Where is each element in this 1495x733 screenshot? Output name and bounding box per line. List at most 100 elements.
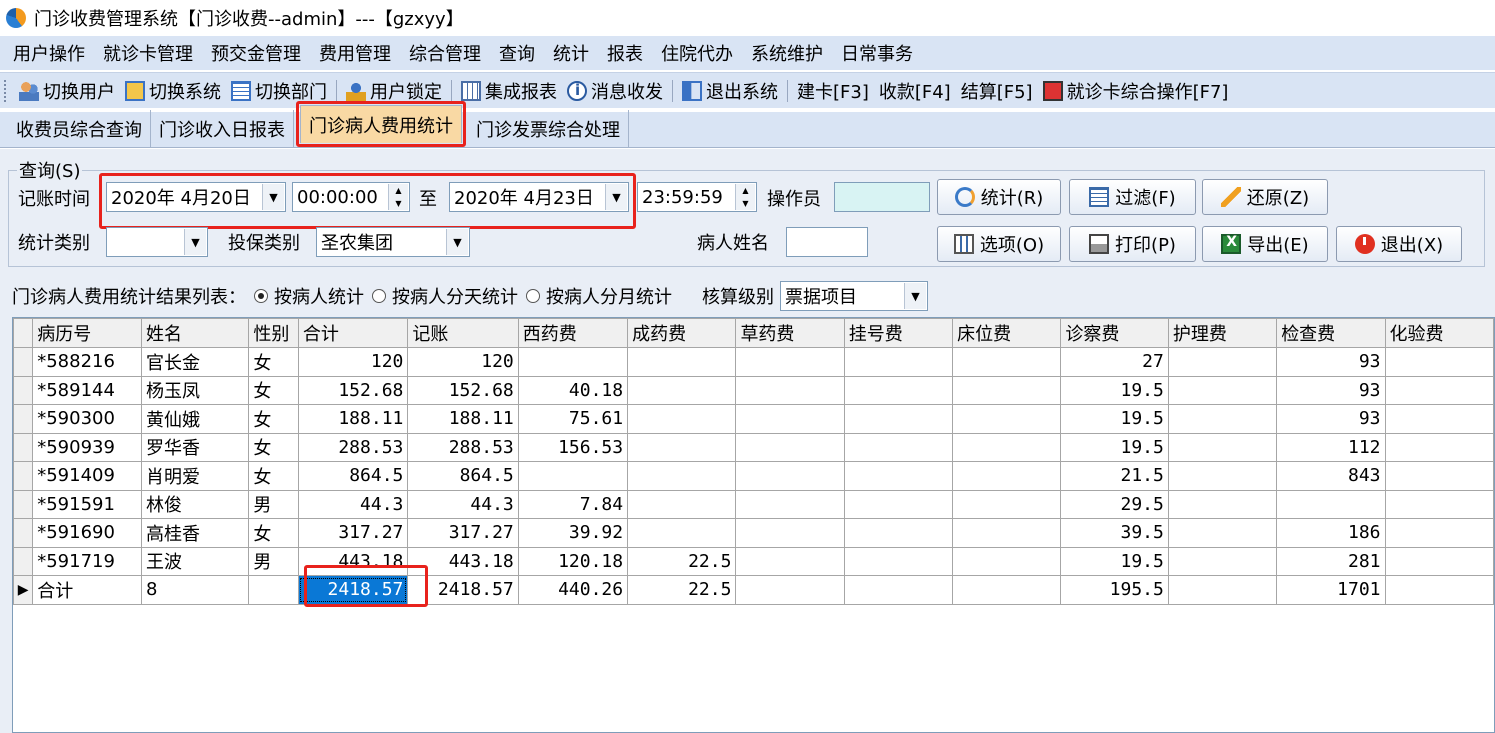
- table-cell[interactable]: 843: [1276, 461, 1386, 491]
- table-cell[interactable]: [952, 518, 1062, 548]
- table-cell[interactable]: [843, 347, 954, 377]
- table-cell[interactable]: [627, 518, 737, 548]
- radio-by-day-label[interactable]: 按病人分天统计: [392, 283, 518, 309]
- table-cell[interactable]: [952, 432, 1062, 462]
- col-header[interactable]: 检查费: [1276, 318, 1386, 348]
- table-cell[interactable]: 281: [1276, 546, 1386, 576]
- table-cell[interactable]: 27: [1060, 347, 1169, 377]
- row-indicator[interactable]: [13, 518, 34, 548]
- table-cell[interactable]: [843, 461, 954, 491]
- table-cell[interactable]: [952, 489, 1062, 519]
- table-cell[interactable]: [1384, 347, 1494, 377]
- chevron-down-icon[interactable]: ▼: [446, 229, 468, 255]
- table-cell[interactable]: 女: [248, 518, 299, 548]
- row-indicator[interactable]: ▶: [13, 575, 34, 605]
- table-cell[interactable]: 罗华香: [140, 432, 250, 462]
- table-cell[interactable]: 19.5: [1060, 432, 1169, 462]
- table-cell[interactable]: 1701: [1276, 575, 1386, 605]
- table-cell[interactable]: [843, 575, 954, 605]
- options-button[interactable]: 选项(O): [937, 226, 1061, 262]
- table-cell[interactable]: 120: [407, 347, 519, 377]
- radio-by-day[interactable]: [372, 289, 386, 303]
- tab-patient-fee-stats[interactable]: 门诊病人费用统计: [300, 105, 462, 143]
- menu-card-management[interactable]: 就诊卡管理: [94, 40, 202, 66]
- table-cell[interactable]: 19.5: [1060, 404, 1169, 434]
- table-cell[interactable]: *591591: [32, 489, 142, 519]
- lock-user-button[interactable]: 用户锁定: [341, 78, 447, 104]
- build-card-button[interactable]: 建卡[F3]: [792, 78, 874, 104]
- table-cell[interactable]: *588216: [32, 347, 142, 377]
- col-header[interactable]: 挂号费: [843, 318, 954, 348]
- switch-dept-button[interactable]: 切换部门: [226, 78, 332, 104]
- table-cell[interactable]: [1167, 546, 1278, 576]
- table-cell[interactable]: 22.5: [627, 546, 737, 576]
- radio-by-patient[interactable]: [254, 289, 268, 303]
- chevron-down-icon[interactable]: ▼: [904, 283, 926, 309]
- table-cell[interactable]: [735, 489, 845, 519]
- table-row[interactable]: *590300 黄仙娥女 188.11 188.11 75.61 19.5 93: [13, 404, 1494, 434]
- table-cell[interactable]: 男: [248, 489, 299, 519]
- table-cell[interactable]: [627, 375, 737, 405]
- table-cell[interactable]: 19.5: [1060, 546, 1169, 576]
- table-cell[interactable]: [1384, 432, 1494, 462]
- table-row[interactable]: *591591 林俊男 44.3 44.3 7.84 29.5: [13, 489, 1494, 519]
- table-row[interactable]: *591690 高桂香女 317.27 317.27 39.92 39.5 186: [13, 518, 1494, 548]
- table-cell[interactable]: 40.18: [517, 375, 629, 405]
- insurance-select[interactable]: 圣农集团 ▼: [316, 227, 470, 257]
- table-cell[interactable]: 317.27: [407, 518, 519, 548]
- table-cell[interactable]: *589144: [32, 375, 142, 405]
- level-select[interactable]: 票据项目 ▼: [780, 281, 928, 311]
- table-cell[interactable]: 22.5: [627, 575, 737, 605]
- table-row[interactable]: *589144 杨玉凤女 152.68 152.68 40.18 19.5 93: [13, 375, 1494, 405]
- col-header[interactable]: 姓名: [140, 318, 250, 348]
- table-cell[interactable]: [1384, 375, 1494, 405]
- table-cell[interactable]: [952, 347, 1062, 377]
- menu-query[interactable]: 查询: [490, 40, 544, 66]
- table-cell[interactable]: 女: [248, 404, 299, 434]
- table-cell[interactable]: [517, 347, 629, 377]
- table-cell[interactable]: 195.5: [1060, 575, 1169, 605]
- col-header[interactable]: 西药费: [517, 318, 629, 348]
- menu-fee-management[interactable]: 费用管理: [310, 40, 400, 66]
- col-header[interactable]: 性别: [248, 318, 299, 348]
- table-cell[interactable]: [843, 404, 954, 434]
- col-header[interactable]: 病历号: [32, 318, 142, 348]
- table-cell[interactable]: *590300: [32, 404, 142, 434]
- table-cell[interactable]: [1384, 546, 1494, 576]
- col-header[interactable]: 记账: [407, 318, 519, 348]
- row-indicator[interactable]: [13, 489, 34, 519]
- exit-button[interactable]: 退出(X): [1336, 226, 1462, 262]
- table-cell[interactable]: [843, 518, 954, 548]
- spinner-arrows-icon[interactable]: ▲ ▼: [735, 184, 755, 210]
- chevron-down-icon[interactable]: ▼: [605, 184, 627, 210]
- table-cell[interactable]: 女: [248, 461, 299, 491]
- table-row[interactable]: *591409 肖明爱女 864.5 864.5 21.5 843: [13, 461, 1494, 491]
- table-cell[interactable]: [735, 375, 845, 405]
- table-cell[interactable]: 44.3: [407, 489, 519, 519]
- stat-button[interactable]: 统计(R): [937, 179, 1061, 215]
- table-cell[interactable]: 39.5: [1060, 518, 1169, 548]
- table-cell[interactable]: 440.26: [517, 575, 629, 605]
- row-indicator[interactable]: [13, 432, 34, 462]
- menu-inpatient-agent[interactable]: 住院代办: [652, 40, 742, 66]
- radio-by-patient-label[interactable]: 按病人统计: [274, 283, 364, 309]
- table-cell[interactable]: [843, 546, 954, 576]
- messages-button[interactable]: 消息收发: [562, 78, 668, 104]
- table-cell[interactable]: 高桂香: [140, 518, 250, 548]
- spinner-arrows-icon[interactable]: ▲ ▼: [388, 184, 408, 210]
- switch-user-button[interactable]: 切换用户: [14, 78, 120, 104]
- table-cell[interactable]: 152.68: [407, 375, 519, 405]
- table-cell[interactable]: 186: [1276, 518, 1386, 548]
- table-cell[interactable]: 93: [1276, 404, 1386, 434]
- row-indicator[interactable]: [13, 546, 34, 576]
- table-cell[interactable]: 93: [1276, 375, 1386, 405]
- table-cell[interactable]: 120.18: [517, 546, 629, 576]
- chevron-down-icon[interactable]: ▼: [262, 184, 284, 210]
- card-ops-button[interactable]: 就诊卡综合操作[F7]: [1038, 78, 1234, 104]
- col-header[interactable]: 床位费: [952, 318, 1062, 348]
- table-row[interactable]: ▶ 合计 8 2418.57 2418.57 440.26 22.5 195.5 1701: [13, 575, 1494, 605]
- table-cell[interactable]: *591719: [32, 546, 142, 576]
- table-cell[interactable]: 156.53: [517, 432, 629, 462]
- menu-daily-affairs[interactable]: 日常事务: [832, 40, 922, 66]
- table-cell[interactable]: [1276, 489, 1386, 519]
